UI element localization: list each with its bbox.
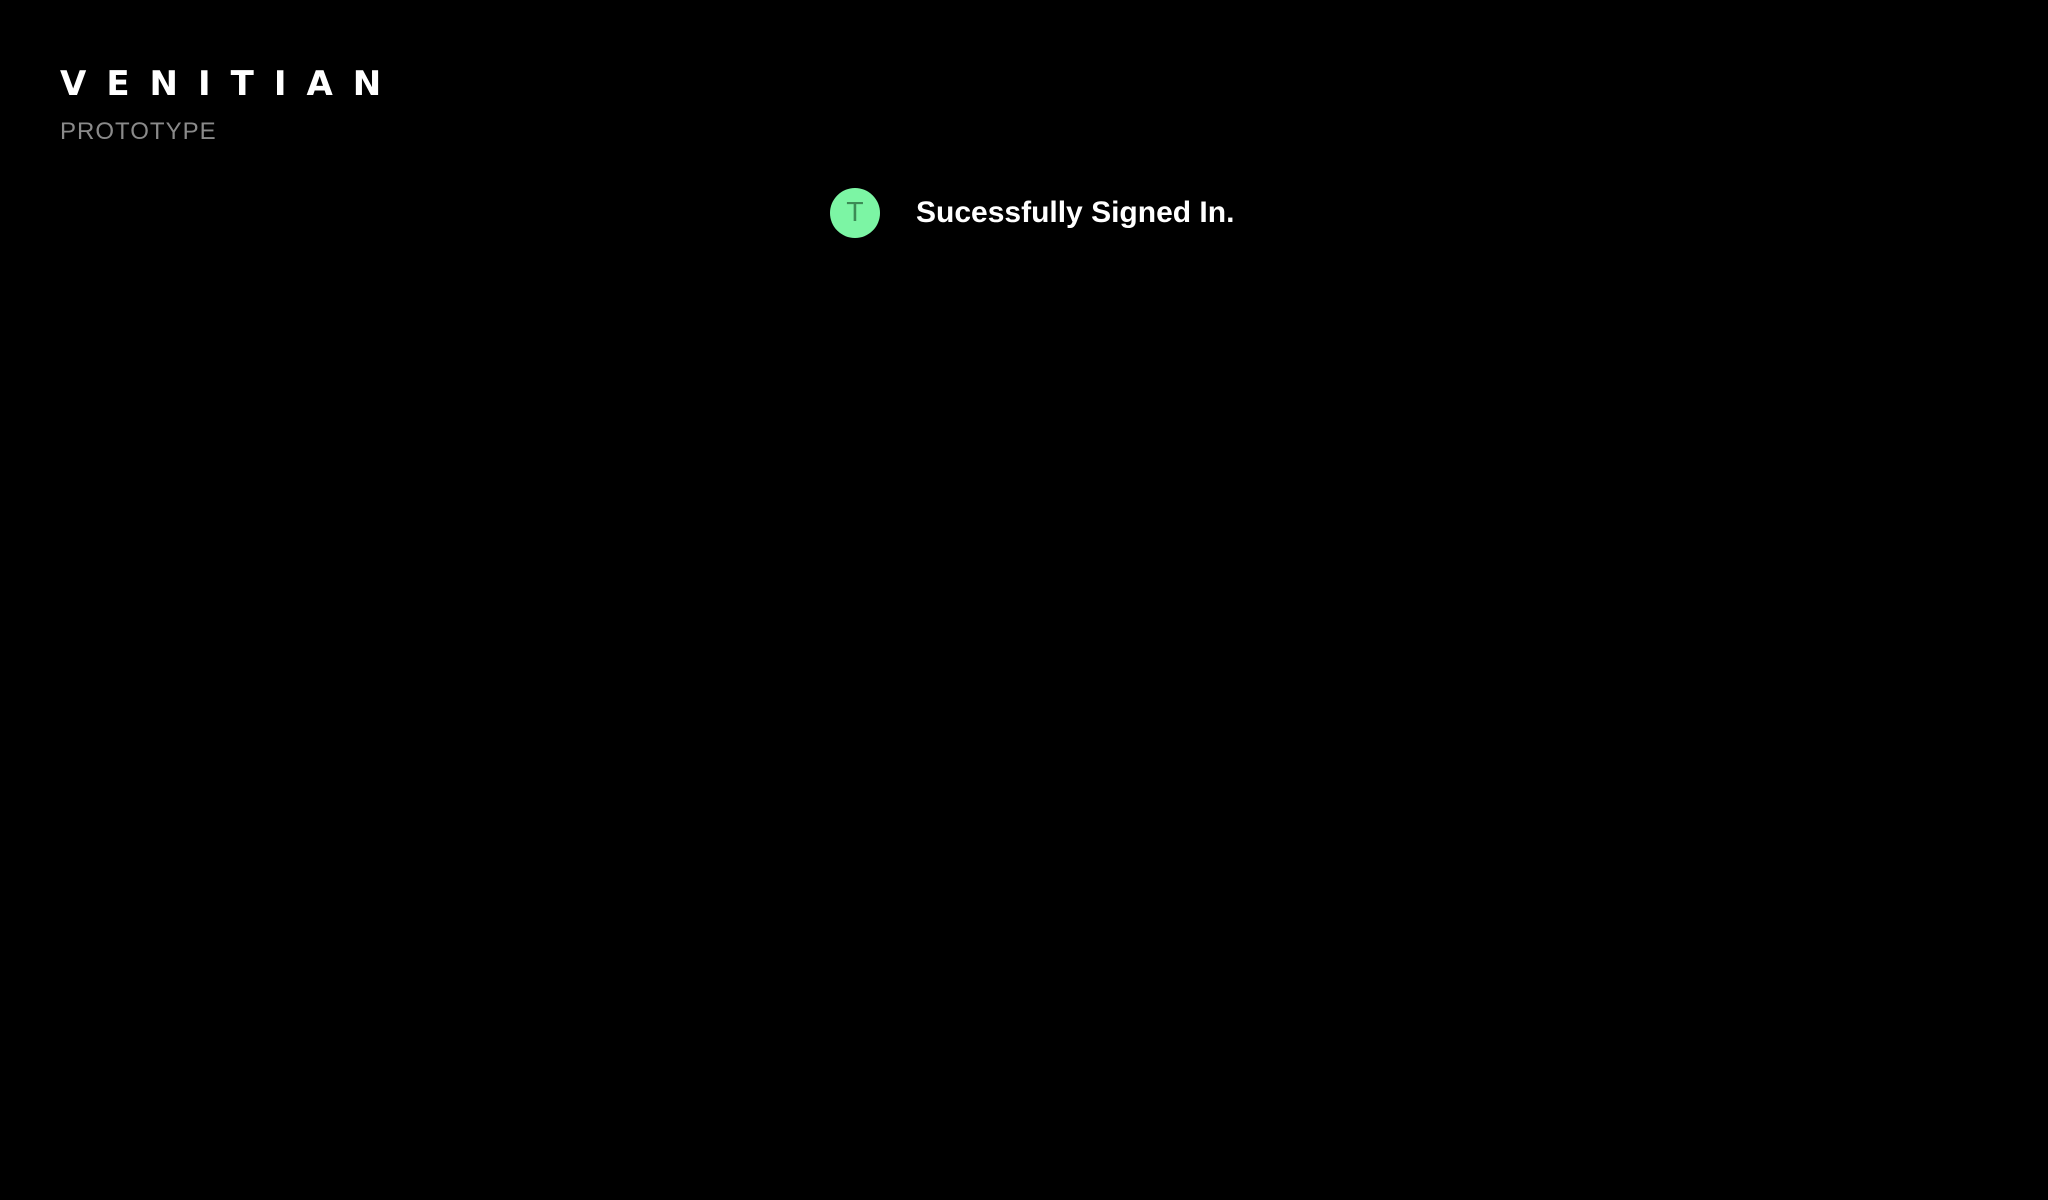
sign-in-notification: T Sucessfully Signed In. bbox=[830, 188, 1234, 238]
brand-subtitle: PROTOTYPE bbox=[60, 118, 217, 145]
brand-logo-text: VENITIAN bbox=[60, 64, 402, 104]
avatar: T bbox=[830, 188, 880, 238]
notification-message: Sucessfully Signed In. bbox=[916, 196, 1235, 229]
app-screen: VENITIAN PROTOTYPE T Sucessfully Signed … bbox=[0, 0, 2048, 1200]
brand-header: VENITIAN PROTOTYPE bbox=[60, 62, 401, 146]
